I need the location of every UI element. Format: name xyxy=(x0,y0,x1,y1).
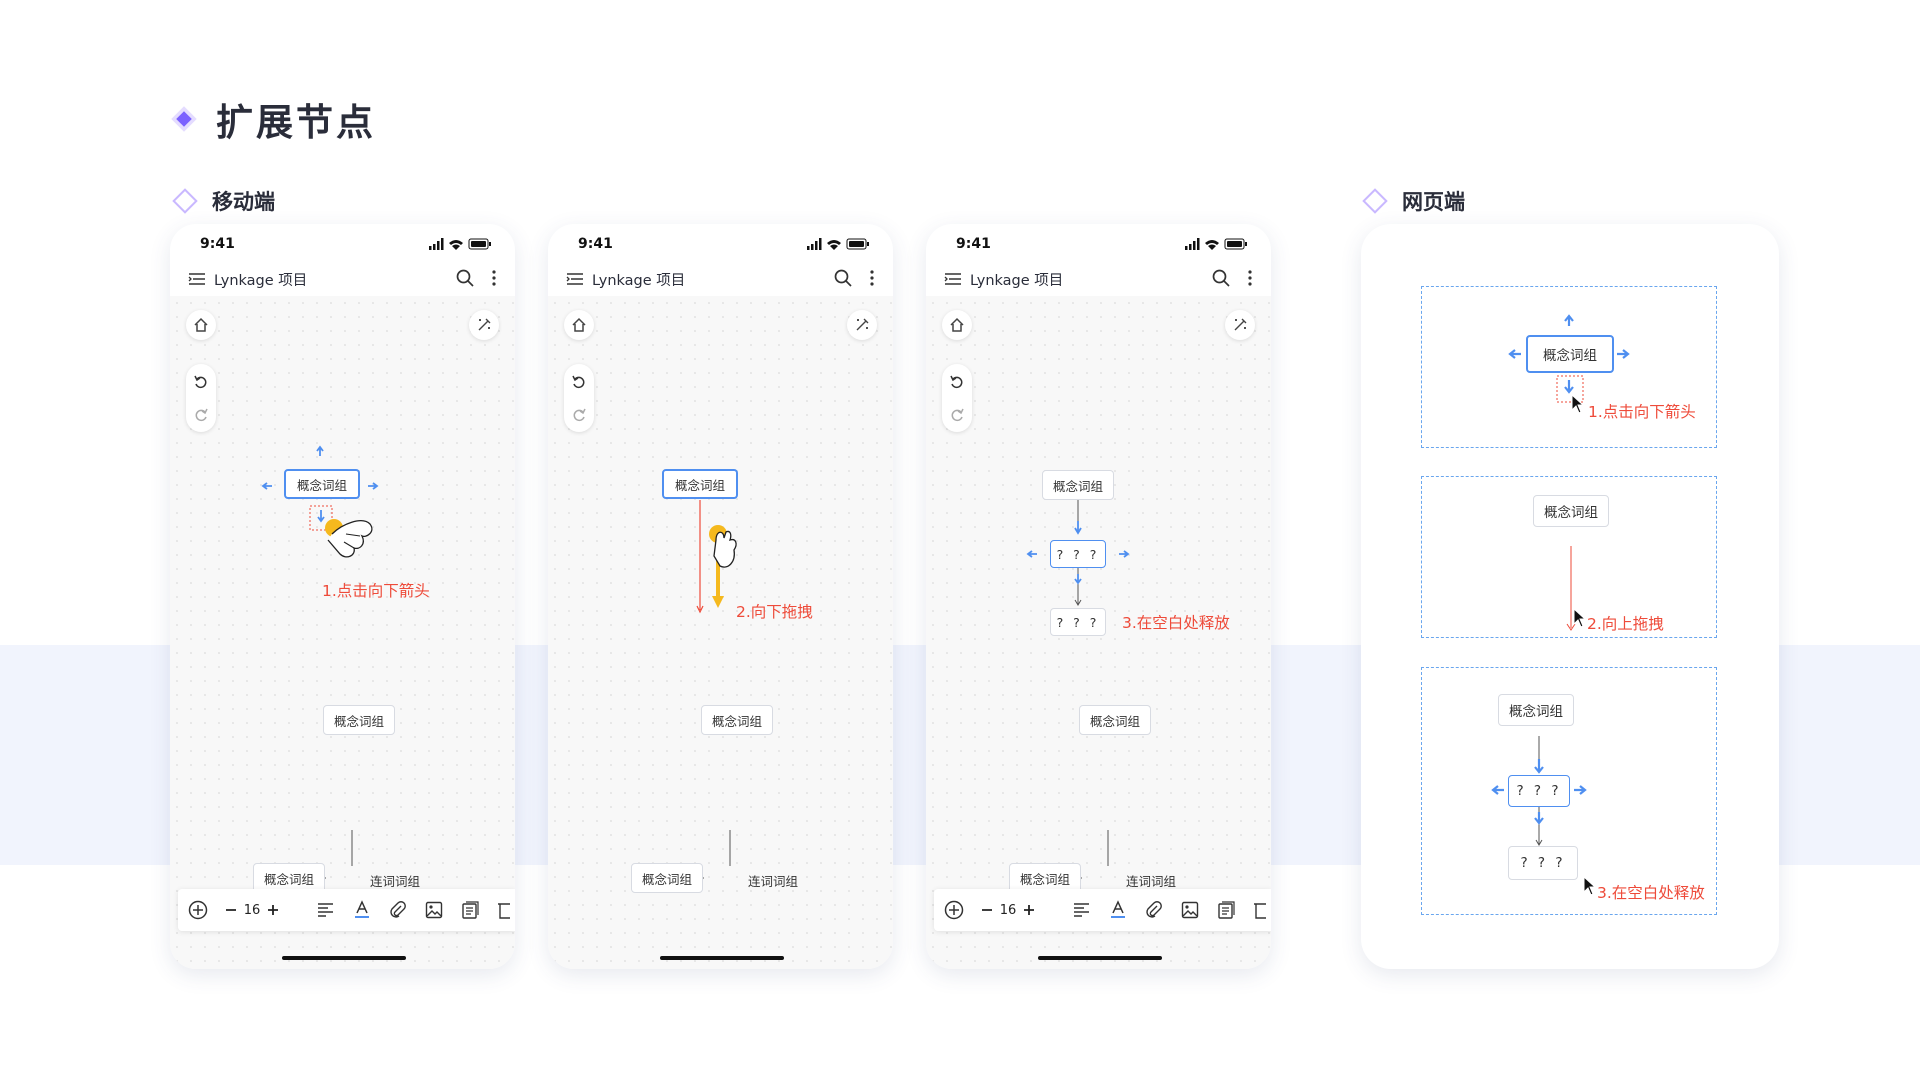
home-indicator xyxy=(1038,956,1162,960)
page-title: 扩展节点 xyxy=(170,92,376,146)
page-title-text: 扩展节点 xyxy=(216,101,376,144)
attach-button[interactable] xyxy=(386,889,410,931)
cursor-icon xyxy=(1573,607,1587,628)
hand-pointer-icon xyxy=(325,519,373,558)
plus-icon xyxy=(1024,905,1034,915)
new-node-placeholder[interactable]: ? ? ? xyxy=(1050,608,1106,636)
new-node-placeholder[interactable]: ? ? ? xyxy=(1508,775,1570,807)
link-label[interactable]: 连词词组 xyxy=(1126,871,1176,890)
increase-font-button[interactable] xyxy=(1020,889,1038,931)
text-color-button[interactable] xyxy=(1106,889,1130,931)
concept-node[interactable]: 概念词组 xyxy=(631,863,704,893)
add-icon xyxy=(944,900,964,920)
delete-button[interactable] xyxy=(494,889,512,931)
phone-mockup-3: 9:41 Lynkage 项目 概念词组 ? ? ? ? ? ? 3.在空白处释… xyxy=(926,224,1271,969)
phone-mockup-2: 9:41 Lynkage 项目 概念词组 2.向下拖拽 概念词组 概念词组 连词… xyxy=(548,224,893,969)
note-icon xyxy=(462,901,479,919)
format-toolbar: 16 xyxy=(934,889,1271,931)
diamond-outline-icon xyxy=(1362,188,1388,214)
link-label[interactable]: 连词词组 xyxy=(370,871,420,890)
text-color-button[interactable] xyxy=(350,889,374,931)
font-size-value[interactable]: 16 xyxy=(996,889,1020,931)
format-toolbar: 16 xyxy=(178,889,515,931)
section-web-label: 网页端 xyxy=(1402,190,1465,214)
new-node-placeholder[interactable]: ? ? ? xyxy=(1508,846,1578,880)
section-mobile: 移动端 xyxy=(172,186,275,216)
home-indicator xyxy=(660,956,784,960)
delete-icon xyxy=(498,903,510,919)
image-button[interactable] xyxy=(1178,889,1202,931)
new-node-placeholder[interactable]: ? ? ? xyxy=(1050,540,1106,568)
add-button[interactable] xyxy=(940,889,968,931)
phone-mockup-1: 9:41 Lynkage 项目 概念词组 1.点击向下箭头 概念词组 概念词组 … xyxy=(170,224,515,969)
concept-node[interactable]: 概念词组 xyxy=(1533,495,1609,527)
drag-line xyxy=(657,500,731,882)
hand-pointer-icon xyxy=(709,525,737,568)
plus-icon xyxy=(268,905,278,915)
step-label: 1.点击向下箭头 xyxy=(322,582,430,600)
delete-button[interactable] xyxy=(1250,889,1268,931)
step-label: 2.向上拖拽 xyxy=(1587,615,1664,633)
attach-button[interactable] xyxy=(1142,889,1166,931)
cursor-icon xyxy=(1571,393,1585,414)
diamond-outline-icon xyxy=(172,188,198,214)
align-icon xyxy=(1074,903,1089,917)
concept-node-selected[interactable]: 概念词组 xyxy=(284,469,360,499)
align-button[interactable] xyxy=(314,889,338,931)
add-icon xyxy=(188,900,208,920)
concept-node[interactable]: 概念词组 xyxy=(701,705,774,735)
cursor-icon xyxy=(1583,875,1597,896)
attach-icon xyxy=(390,901,406,918)
image-button[interactable] xyxy=(422,889,446,931)
image-icon xyxy=(1181,901,1199,919)
delete-icon xyxy=(1254,903,1266,919)
concept-node[interactable]: 概念词组 xyxy=(323,705,396,735)
concept-node[interactable]: 概念词组 xyxy=(1498,694,1574,726)
web-demo-card: 概念词组 1.点击向下箭头 概念词组 2.向上拖拽 概念词组 ? ? ? ? ?… xyxy=(1361,224,1779,969)
note-icon xyxy=(1218,901,1235,919)
minus-icon xyxy=(226,909,236,911)
section-web: 网页端 xyxy=(1362,186,1465,216)
text-color-icon xyxy=(1111,900,1125,918)
decrease-font-button[interactable] xyxy=(978,889,996,931)
step-label: 3.在空白处释放 xyxy=(1597,884,1705,902)
step-label: 3.在空白处释放 xyxy=(1122,614,1230,632)
increase-font-button[interactable] xyxy=(264,889,282,931)
concept-node-selected[interactable]: 概念词组 xyxy=(1526,335,1614,373)
align-icon xyxy=(318,903,333,917)
image-icon xyxy=(425,901,443,919)
connector-lines xyxy=(1026,500,1130,882)
section-mobile-label: 移动端 xyxy=(212,190,275,214)
note-button[interactable] xyxy=(458,889,482,931)
step-label: 1.点击向下箭头 xyxy=(1588,403,1696,421)
attach-icon xyxy=(1146,901,1162,918)
concept-node[interactable]: 概念词组 xyxy=(1042,470,1115,500)
concept-node[interactable]: 概念词组 xyxy=(1079,705,1152,735)
add-button[interactable] xyxy=(184,889,212,931)
font-size-value[interactable]: 16 xyxy=(240,889,264,931)
step-label: 2.向下拖拽 xyxy=(736,603,813,621)
home-indicator xyxy=(282,956,406,960)
decrease-font-button[interactable] xyxy=(222,889,240,931)
text-color-icon xyxy=(355,900,369,918)
align-button[interactable] xyxy=(1070,889,1094,931)
link-label[interactable]: 连词词组 xyxy=(748,871,798,890)
diamond-bullet-icon xyxy=(171,106,197,132)
note-button[interactable] xyxy=(1214,889,1238,931)
minus-icon xyxy=(982,909,992,911)
